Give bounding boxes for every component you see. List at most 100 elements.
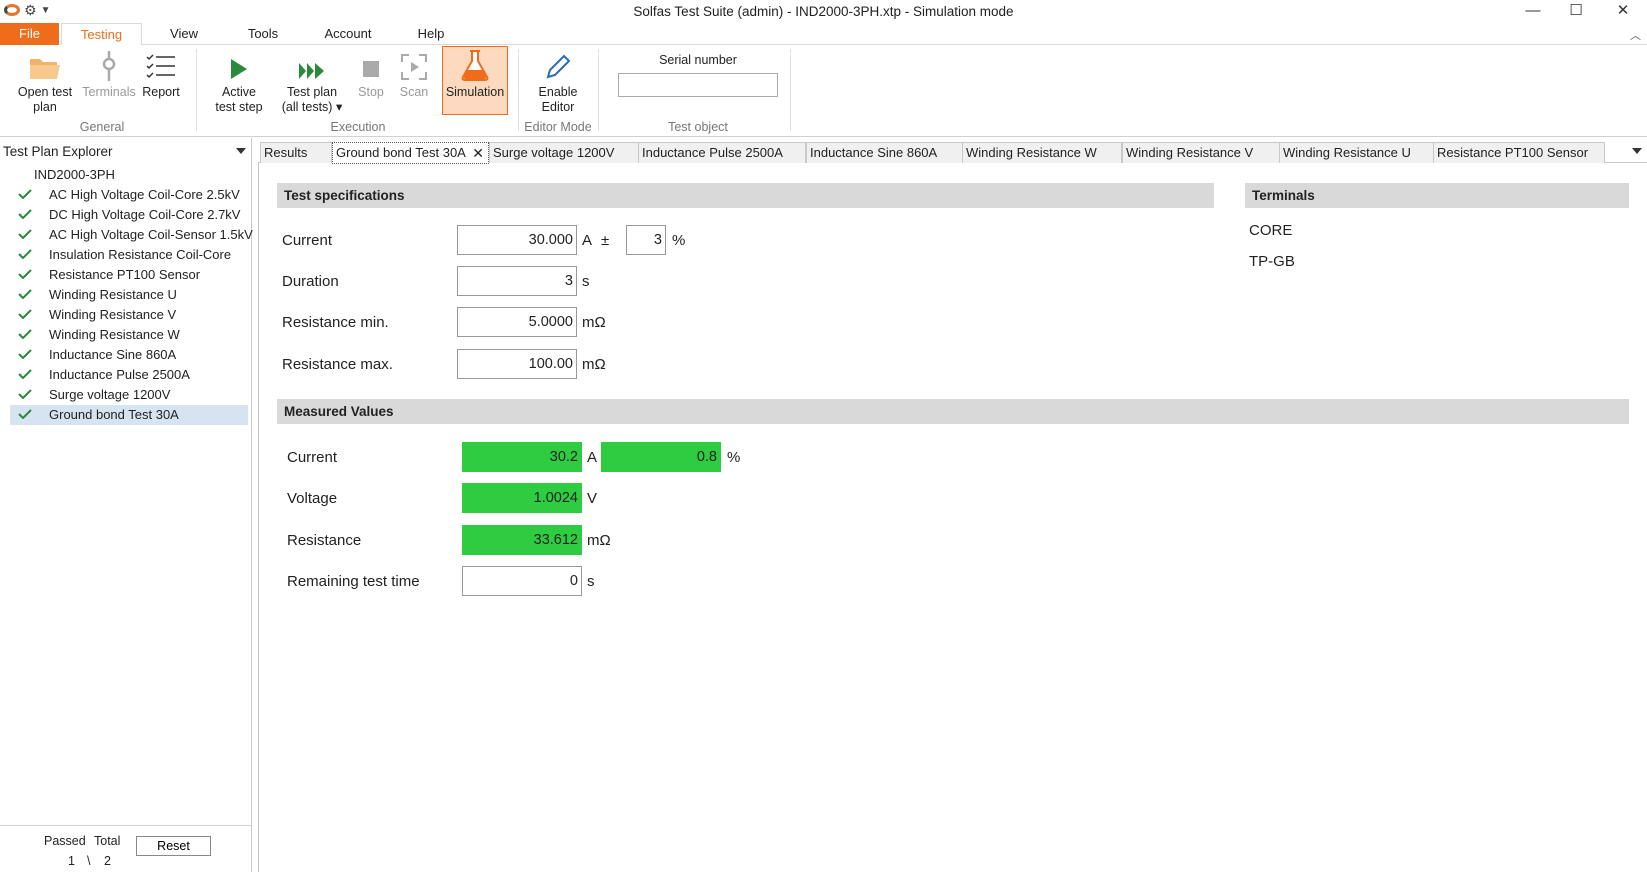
tree-item[interactable]: Resistance PT100 Sensor bbox=[10, 265, 248, 285]
tab-label: Winding Resistance V bbox=[1126, 145, 1254, 160]
measured-voltage-unit: V bbox=[587, 490, 598, 507]
menu-tools[interactable]: Tools bbox=[228, 23, 298, 45]
spec-current-field[interactable]: 30.000 bbox=[457, 225, 577, 255]
explorer-dropdown-icon[interactable] bbox=[236, 148, 246, 154]
tree-item[interactable]: Insulation Resistance Coil-Core bbox=[10, 245, 248, 265]
close-button[interactable]: ✕ bbox=[1600, 0, 1646, 23]
folder-icon bbox=[12, 47, 78, 81]
passed-label: Passed bbox=[44, 834, 86, 848]
tree-item[interactable]: Inductance Pulse 2500A bbox=[10, 365, 248, 385]
tree-item-label: Inductance Pulse 2500A bbox=[49, 367, 190, 382]
check-icon bbox=[18, 329, 32, 339]
measured-current-label: Current bbox=[287, 449, 338, 466]
tree-item-label: Resistance PT100 Sensor bbox=[49, 267, 201, 282]
tab-ground-bond[interactable]: Ground bond Test 30A ✕ bbox=[332, 142, 489, 164]
scan-label: Scan bbox=[399, 85, 429, 99]
spec-duration-field[interactable]: 3 bbox=[457, 266, 577, 296]
spec-tolerance-field[interactable]: 3 bbox=[626, 225, 666, 255]
menu-view[interactable]: View bbox=[149, 23, 219, 45]
check-icon bbox=[18, 389, 32, 399]
scan-button[interactable]: Scan bbox=[395, 47, 433, 100]
spec-current-label: Current bbox=[282, 232, 333, 249]
tree-item[interactable]: Winding Resistance U bbox=[10, 285, 248, 305]
check-icon bbox=[18, 369, 32, 379]
tabs-overflow-icon[interactable] bbox=[1632, 148, 1642, 154]
tab-winding-u[interactable]: Winding Resistance U bbox=[1279, 142, 1434, 163]
tab-close-icon[interactable]: ✕ bbox=[472, 143, 484, 163]
tree-item-label: Winding Resistance W bbox=[49, 327, 180, 342]
tab-label: Resistance PT100 Sensor bbox=[1437, 145, 1589, 160]
tree-item[interactable]: Winding Resistance W bbox=[10, 325, 248, 345]
tab-label: Inductance Pulse 2500A bbox=[642, 145, 783, 160]
tab-label: Ground bond Test 30A bbox=[336, 145, 466, 160]
menu-account[interactable]: Account bbox=[313, 23, 383, 45]
spec-rmin-unit: mΩ bbox=[582, 314, 606, 331]
terminals-button[interactable]: Terminals bbox=[78, 47, 140, 100]
report-button[interactable]: Report bbox=[137, 47, 185, 100]
tab-inductance-sine[interactable]: Inductance Sine 860A bbox=[806, 142, 963, 163]
check-icon bbox=[18, 409, 32, 419]
tree-item-label: DC High Voltage Coil-Core 2.7kV bbox=[49, 207, 241, 222]
spec-tolerance-unit: % bbox=[672, 232, 686, 249]
simulation-button[interactable]: Simulation bbox=[442, 46, 508, 115]
minimize-button[interactable]: — bbox=[1510, 0, 1556, 23]
tree-item[interactable]: AC High Voltage Coil-Core 2.5kV bbox=[10, 185, 248, 205]
tree-item[interactable]: Inductance Sine 860A bbox=[10, 345, 248, 365]
flask-icon bbox=[443, 47, 507, 81]
title-bar: ⚙ ▼ Solfas Test Suite (admin) - IND2000-… bbox=[0, 0, 1647, 23]
check-icon bbox=[18, 189, 32, 199]
tab-label: Surge voltage 1200V bbox=[493, 145, 615, 160]
open-test-plan-button[interactable]: Open test plan bbox=[12, 47, 78, 115]
measured-deviation-value: 0.8 bbox=[601, 442, 721, 472]
spec-rmin-label: Resistance min. bbox=[282, 314, 389, 331]
enable-editor-button[interactable]: Enable Editor bbox=[527, 47, 589, 115]
execution-group-label: Execution bbox=[330, 120, 386, 134]
tab-surge-voltage[interactable]: Surge voltage 1200V bbox=[489, 142, 639, 163]
spec-current-unit: A bbox=[582, 232, 593, 249]
plus-minus-sign: ± bbox=[601, 232, 610, 249]
ribbon: Open test plan Terminals Report General … bbox=[0, 45, 1647, 137]
stop-button[interactable]: Stop bbox=[352, 47, 390, 100]
active-test-step-button[interactable]: Active test step bbox=[208, 47, 270, 115]
enable-editor-label-2: Editor bbox=[541, 100, 575, 114]
ribbon-separator bbox=[518, 49, 519, 131]
serial-number-input[interactable] bbox=[618, 73, 778, 97]
tree-item[interactable]: DC High Voltage Coil-Core 2.7kV bbox=[10, 205, 248, 225]
tree-item[interactable]: Winding Resistance V bbox=[10, 305, 248, 325]
ribbon-separator bbox=[790, 49, 791, 131]
menu-bar: File Testing View Tools Account Help bbox=[0, 23, 1647, 46]
tab-inductance-pulse[interactable]: Inductance Pulse 2500A bbox=[638, 142, 806, 163]
tree-item[interactable]: AC High Voltage Coil-Sensor 1.5kV bbox=[10, 225, 253, 245]
remaining-time-unit: s bbox=[587, 573, 595, 590]
menu-file[interactable]: File bbox=[0, 23, 59, 45]
tree-item[interactable]: Ground bond Test 30A bbox=[10, 405, 248, 425]
remaining-time-value: 0 bbox=[462, 566, 582, 596]
maximize-button[interactable]: ☐ bbox=[1553, 0, 1599, 23]
tab-results[interactable]: Results bbox=[260, 142, 332, 163]
tab-winding-w[interactable]: Winding Resistance W bbox=[962, 142, 1122, 163]
spec-rmax-field[interactable]: 100.00 bbox=[457, 349, 577, 379]
test-list: AC High Voltage Coil-Core 2.5kV DC High V… bbox=[10, 185, 253, 425]
tree-item-label: Winding Resistance V bbox=[49, 307, 177, 322]
measured-resistance-unit: mΩ bbox=[587, 532, 611, 549]
menu-help[interactable]: Help bbox=[396, 23, 466, 45]
test-plan-all-button[interactable]: Test plan (all tests) ▾ bbox=[278, 47, 346, 115]
measured-current-unit: A bbox=[587, 449, 598, 466]
tree-item[interactable]: Surge voltage 1200V bbox=[10, 385, 248, 405]
measured-current-value: 30.2 bbox=[462, 442, 582, 472]
tree-root[interactable]: IND2000-3PH bbox=[34, 167, 115, 182]
spec-rmin-field[interactable]: 5.0000 bbox=[457, 307, 577, 337]
tab-label: Winding Resistance W bbox=[966, 145, 1097, 160]
check-icon bbox=[18, 229, 32, 239]
test-specifications-header: Test specifications bbox=[277, 183, 1214, 208]
check-icon bbox=[18, 209, 32, 219]
menu-testing[interactable]: Testing bbox=[61, 23, 142, 46]
ribbon-collapse-icon[interactable]: ︿ bbox=[1630, 27, 1641, 43]
tree-item-label: Ground bond Test 30A bbox=[49, 407, 179, 422]
count-separator: \ bbox=[87, 854, 91, 868]
reset-button[interactable]: Reset bbox=[136, 836, 211, 856]
tab-resistance-pt100[interactable]: Resistance PT100 Sensor bbox=[1433, 142, 1605, 163]
passed-count: 1 bbox=[68, 854, 75, 868]
stop-label: Stop bbox=[358, 85, 384, 99]
tab-winding-v[interactable]: Winding Resistance V bbox=[1122, 142, 1280, 163]
